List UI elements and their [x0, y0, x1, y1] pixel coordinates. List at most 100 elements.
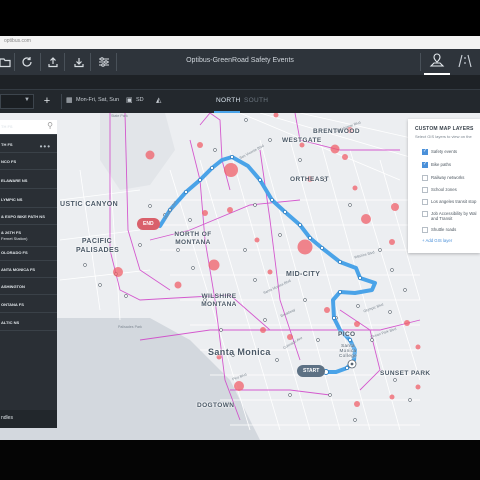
stop-list-item[interactable]: ALTIC NS [1, 320, 19, 325]
label-mid-city: MID-CITY [286, 271, 321, 278]
stop-list-divider [0, 188, 57, 189]
layer-label: School zones [431, 187, 457, 192]
upload-icon[interactable] [46, 55, 60, 69]
toolbar-separator [116, 53, 117, 71]
chevron-down-icon: ▼ [24, 97, 30, 103]
layer-label: Railway networks [431, 175, 465, 180]
layers-panel-subtitle: Select GIS layers to view on the [415, 134, 472, 139]
tab-south[interactable]: SOUTH [244, 97, 268, 104]
custom-map-layers-panel: CUSTOM MAP LAYERS Select GIS layers to v… [408, 119, 480, 253]
route-icon [458, 54, 472, 68]
calendar-icon: ▦ [66, 97, 73, 104]
paint-bucket-icon[interactable]: ◭ [156, 96, 161, 104]
app-title: Optibus-GreenRoad Safety Events [186, 57, 294, 64]
route-mode-button[interactable] [452, 49, 478, 75]
refresh-icon[interactable] [20, 55, 34, 69]
label-north-of-montana: NORTH OF MONTANA [174, 231, 212, 246]
layer-checkbox[interactable] [422, 175, 428, 181]
more-options-icon[interactable]: ••• [40, 142, 51, 151]
stop-list-item[interactable]: ELAWARE NS [1, 178, 27, 183]
panel-footer-label: ndles [1, 415, 13, 421]
search-icon: ⚲ [47, 121, 53, 130]
stop-list-item[interactable]: TH FS [1, 142, 13, 147]
layer-checkbox[interactable] [422, 227, 428, 233]
stop-list-item[interactable]: & 26TH FS [1, 230, 21, 235]
panel-footer[interactable]: ndles [0, 410, 57, 428]
stop-list-item[interactable]: ANTA MONICA FS [1, 267, 35, 272]
toolbar-separator [90, 53, 91, 71]
schedule-select[interactable]: ▼ [0, 94, 34, 109]
add-button[interactable]: + [40, 94, 54, 109]
stop-list-item[interactable]: & EXPO BIKE PATH NS [1, 214, 45, 219]
stop-list-divider [0, 294, 57, 295]
label-rustic-canyon: USTIC CANYON [60, 201, 119, 208]
label-wilshire-montana: WILSHIRE MONTANA [201, 293, 237, 308]
stop-list-item[interactable]: TH FS [1, 124, 13, 129]
tab-north[interactable]: NORTH [216, 97, 241, 104]
label-santa-monica-college: Santa Monica College [338, 343, 358, 358]
label-sunset-park: SUNSET PARK [380, 370, 431, 377]
layer-checkbox[interactable] [422, 199, 428, 205]
add-gis-layer-link[interactable]: + Add GIS layer [422, 238, 452, 243]
folder-icon[interactable] [0, 55, 12, 69]
stop-list-item[interactable]: LYMPIC NS [1, 197, 22, 202]
stop-list-item[interactable]: OLORADO FS [1, 250, 28, 255]
schedule-toolbar: ▼ + ▦ Mon-Fri, Sat, Sun ▣ SD ◭ NORTH SOU… [0, 89, 480, 113]
stop-list-divider [0, 277, 57, 278]
stop-list-item[interactable]: Fernet Station) [1, 236, 27, 241]
stop-list-divider [0, 330, 57, 331]
label-santa-monica: Santa Monica [208, 347, 271, 357]
label-pacific-palisades: PACIFIC PALISADES [76, 238, 120, 254]
layer-checkbox[interactable] [422, 161, 428, 168]
stops-panel: ⚲ ••• TH FS TH FS NCO FS ELAWARE NS LYMPIC N… [0, 120, 57, 428]
app-title-bar: Optibus-GreenRoad Safety Events [0, 49, 480, 75]
route-start-badge[interactable]: START [297, 365, 326, 377]
label-westgate: WESTGATE [282, 137, 322, 144]
map-pin-icon [429, 53, 445, 67]
toolbar-separator [64, 53, 65, 71]
state-park-area [100, 113, 175, 190]
toolbar-separator [14, 53, 15, 71]
toolbar-separator [61, 94, 62, 109]
layer-label: and Transit [431, 216, 453, 221]
header-spacer [0, 75, 480, 89]
url-text: optibus.com [4, 38, 31, 44]
layer-label: Shuttle roads [431, 227, 457, 232]
street-label: State Park [111, 114, 128, 118]
layer-checkbox[interactable] [422, 211, 428, 217]
label-northeast: ORTHEAST [290, 176, 329, 183]
stop-list-divider [0, 260, 57, 261]
bus-icon: ▣ [126, 97, 133, 104]
download-icon[interactable] [72, 55, 86, 69]
map-mode-button[interactable] [424, 49, 450, 75]
stop-list-divider [0, 134, 57, 135]
toolbar-separator [420, 53, 421, 71]
layer-checkbox[interactable] [422, 187, 428, 193]
screen-bezel-bottom [0, 440, 480, 480]
layer-label: Safety events [431, 149, 458, 154]
vehicle-filter[interactable]: SD [136, 97, 144, 103]
stop-list-divider [0, 169, 57, 170]
street-label: Palisades Park [118, 325, 142, 329]
layer-checkbox[interactable] [422, 148, 428, 155]
stop-list-divider [0, 246, 57, 247]
label-dogtown: DOGTOWN [197, 402, 235, 409]
layers-panel-title: CUSTOM MAP LAYERS [415, 126, 474, 132]
stop-list-divider [0, 312, 57, 313]
browser-url-bar[interactable]: optibus.com [0, 36, 480, 49]
route-end-badge[interactable]: END [137, 218, 160, 230]
stop-list-item[interactable]: ASHINGTON [1, 284, 25, 289]
toolbar-separator [40, 53, 41, 71]
stop-list-divider [0, 224, 57, 225]
layer-label: Los angeles transit stop [431, 199, 477, 204]
stop-list-item[interactable]: ONTANA FS [1, 302, 24, 307]
days-filter[interactable]: Mon-Fri, Sat, Sun [76, 97, 119, 103]
sliders-icon[interactable] [97, 55, 111, 69]
stop-list-divider [0, 207, 57, 208]
stop-list-item[interactable]: NCO FS [1, 159, 16, 164]
layer-label: Bike paths [431, 162, 452, 167]
app-screen: optibus.com Optibus-GreenRoad Safety Eve… [0, 0, 480, 480]
label-pico: PICO [338, 331, 356, 338]
route-line [158, 154, 377, 374]
stop-list-divider [0, 152, 57, 153]
